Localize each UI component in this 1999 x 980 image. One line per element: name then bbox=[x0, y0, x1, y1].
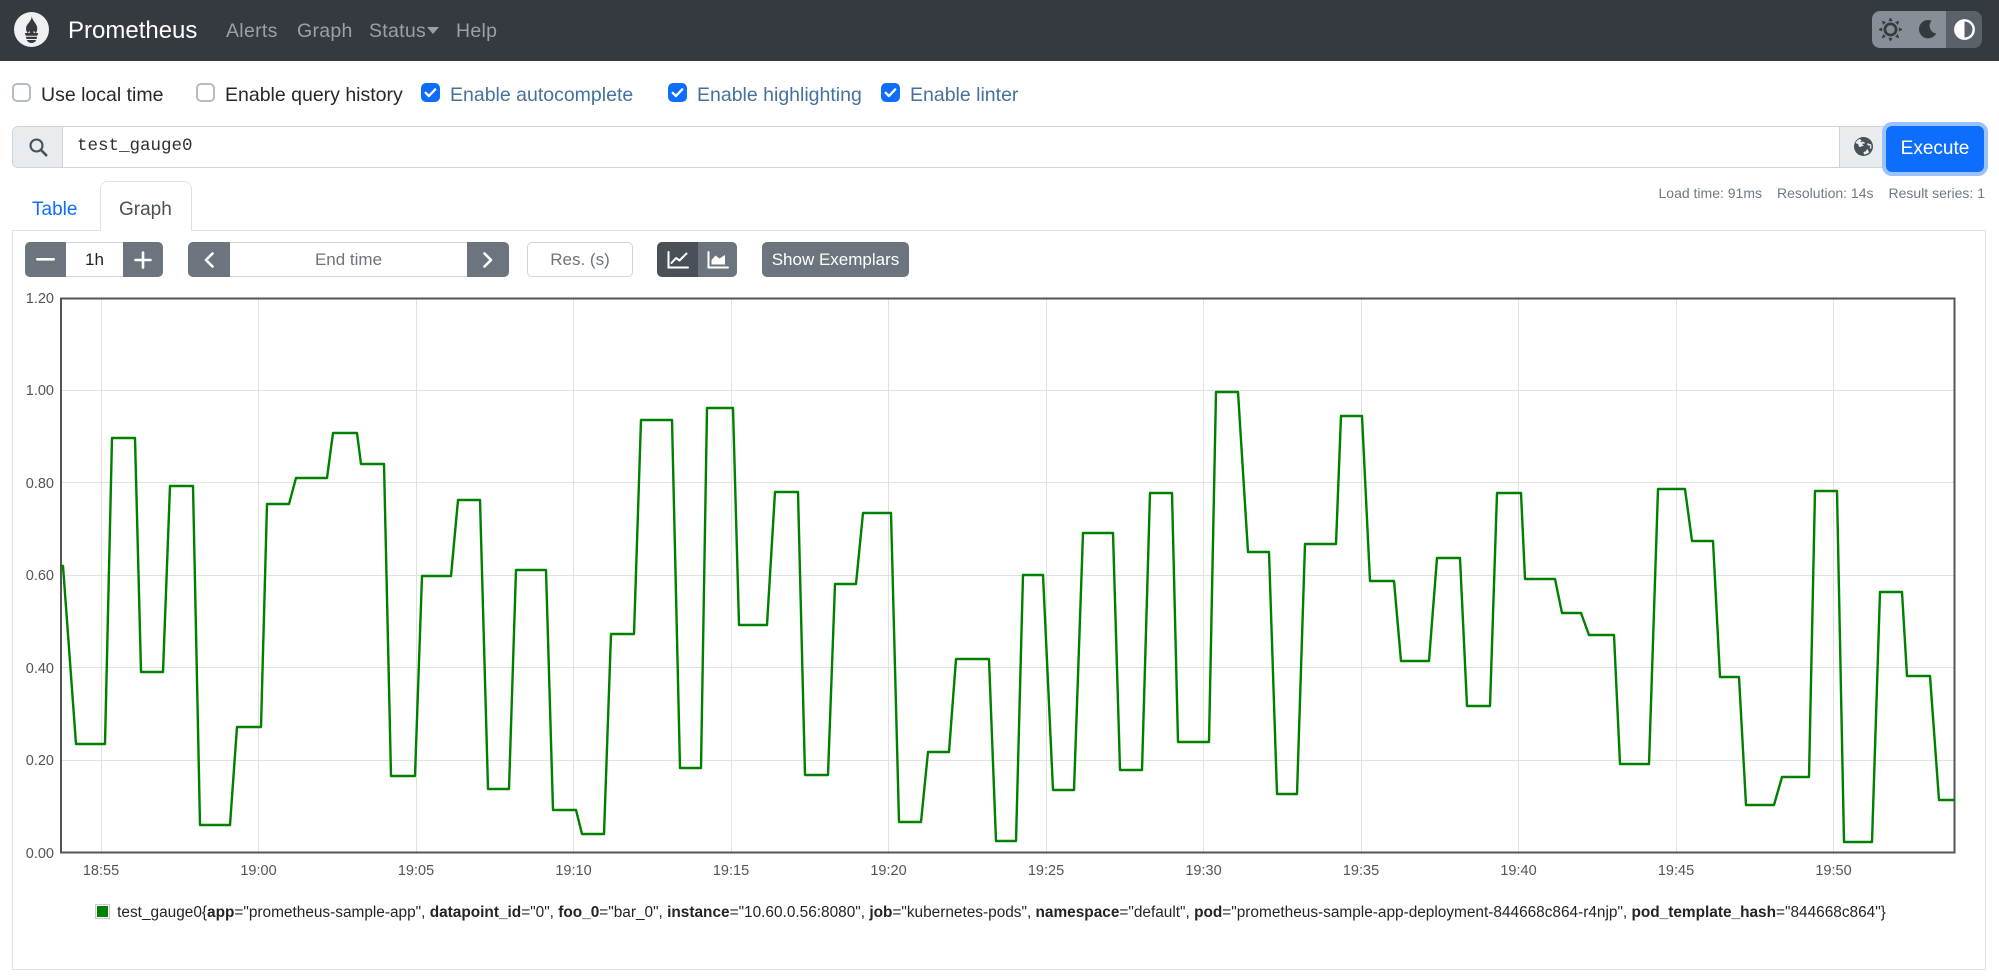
svg-text:1.00: 1.00 bbox=[26, 383, 54, 399]
svg-text:19:45: 19:45 bbox=[1658, 863, 1694, 879]
svg-text:19:30: 19:30 bbox=[1185, 863, 1221, 879]
svg-text:0.80: 0.80 bbox=[26, 476, 54, 492]
svg-text:0.60: 0.60 bbox=[26, 568, 54, 584]
svg-text:0.00: 0.00 bbox=[26, 846, 54, 862]
svg-text:19:05: 19:05 bbox=[398, 863, 434, 879]
svg-text:19:00: 19:00 bbox=[240, 863, 276, 879]
svg-text:0.40: 0.40 bbox=[26, 661, 54, 677]
svg-text:19:20: 19:20 bbox=[870, 863, 906, 879]
svg-text:18:55: 18:55 bbox=[83, 863, 119, 879]
svg-text:19:10: 19:10 bbox=[555, 863, 591, 879]
svg-text:19:35: 19:35 bbox=[1343, 863, 1379, 879]
svg-text:1.20: 1.20 bbox=[26, 291, 54, 307]
svg-text:19:25: 19:25 bbox=[1028, 863, 1064, 879]
svg-text:19:50: 19:50 bbox=[1815, 863, 1851, 879]
svg-text:19:40: 19:40 bbox=[1500, 863, 1536, 879]
svg-text:19:15: 19:15 bbox=[713, 863, 749, 879]
svg-text:0.20: 0.20 bbox=[26, 753, 54, 769]
